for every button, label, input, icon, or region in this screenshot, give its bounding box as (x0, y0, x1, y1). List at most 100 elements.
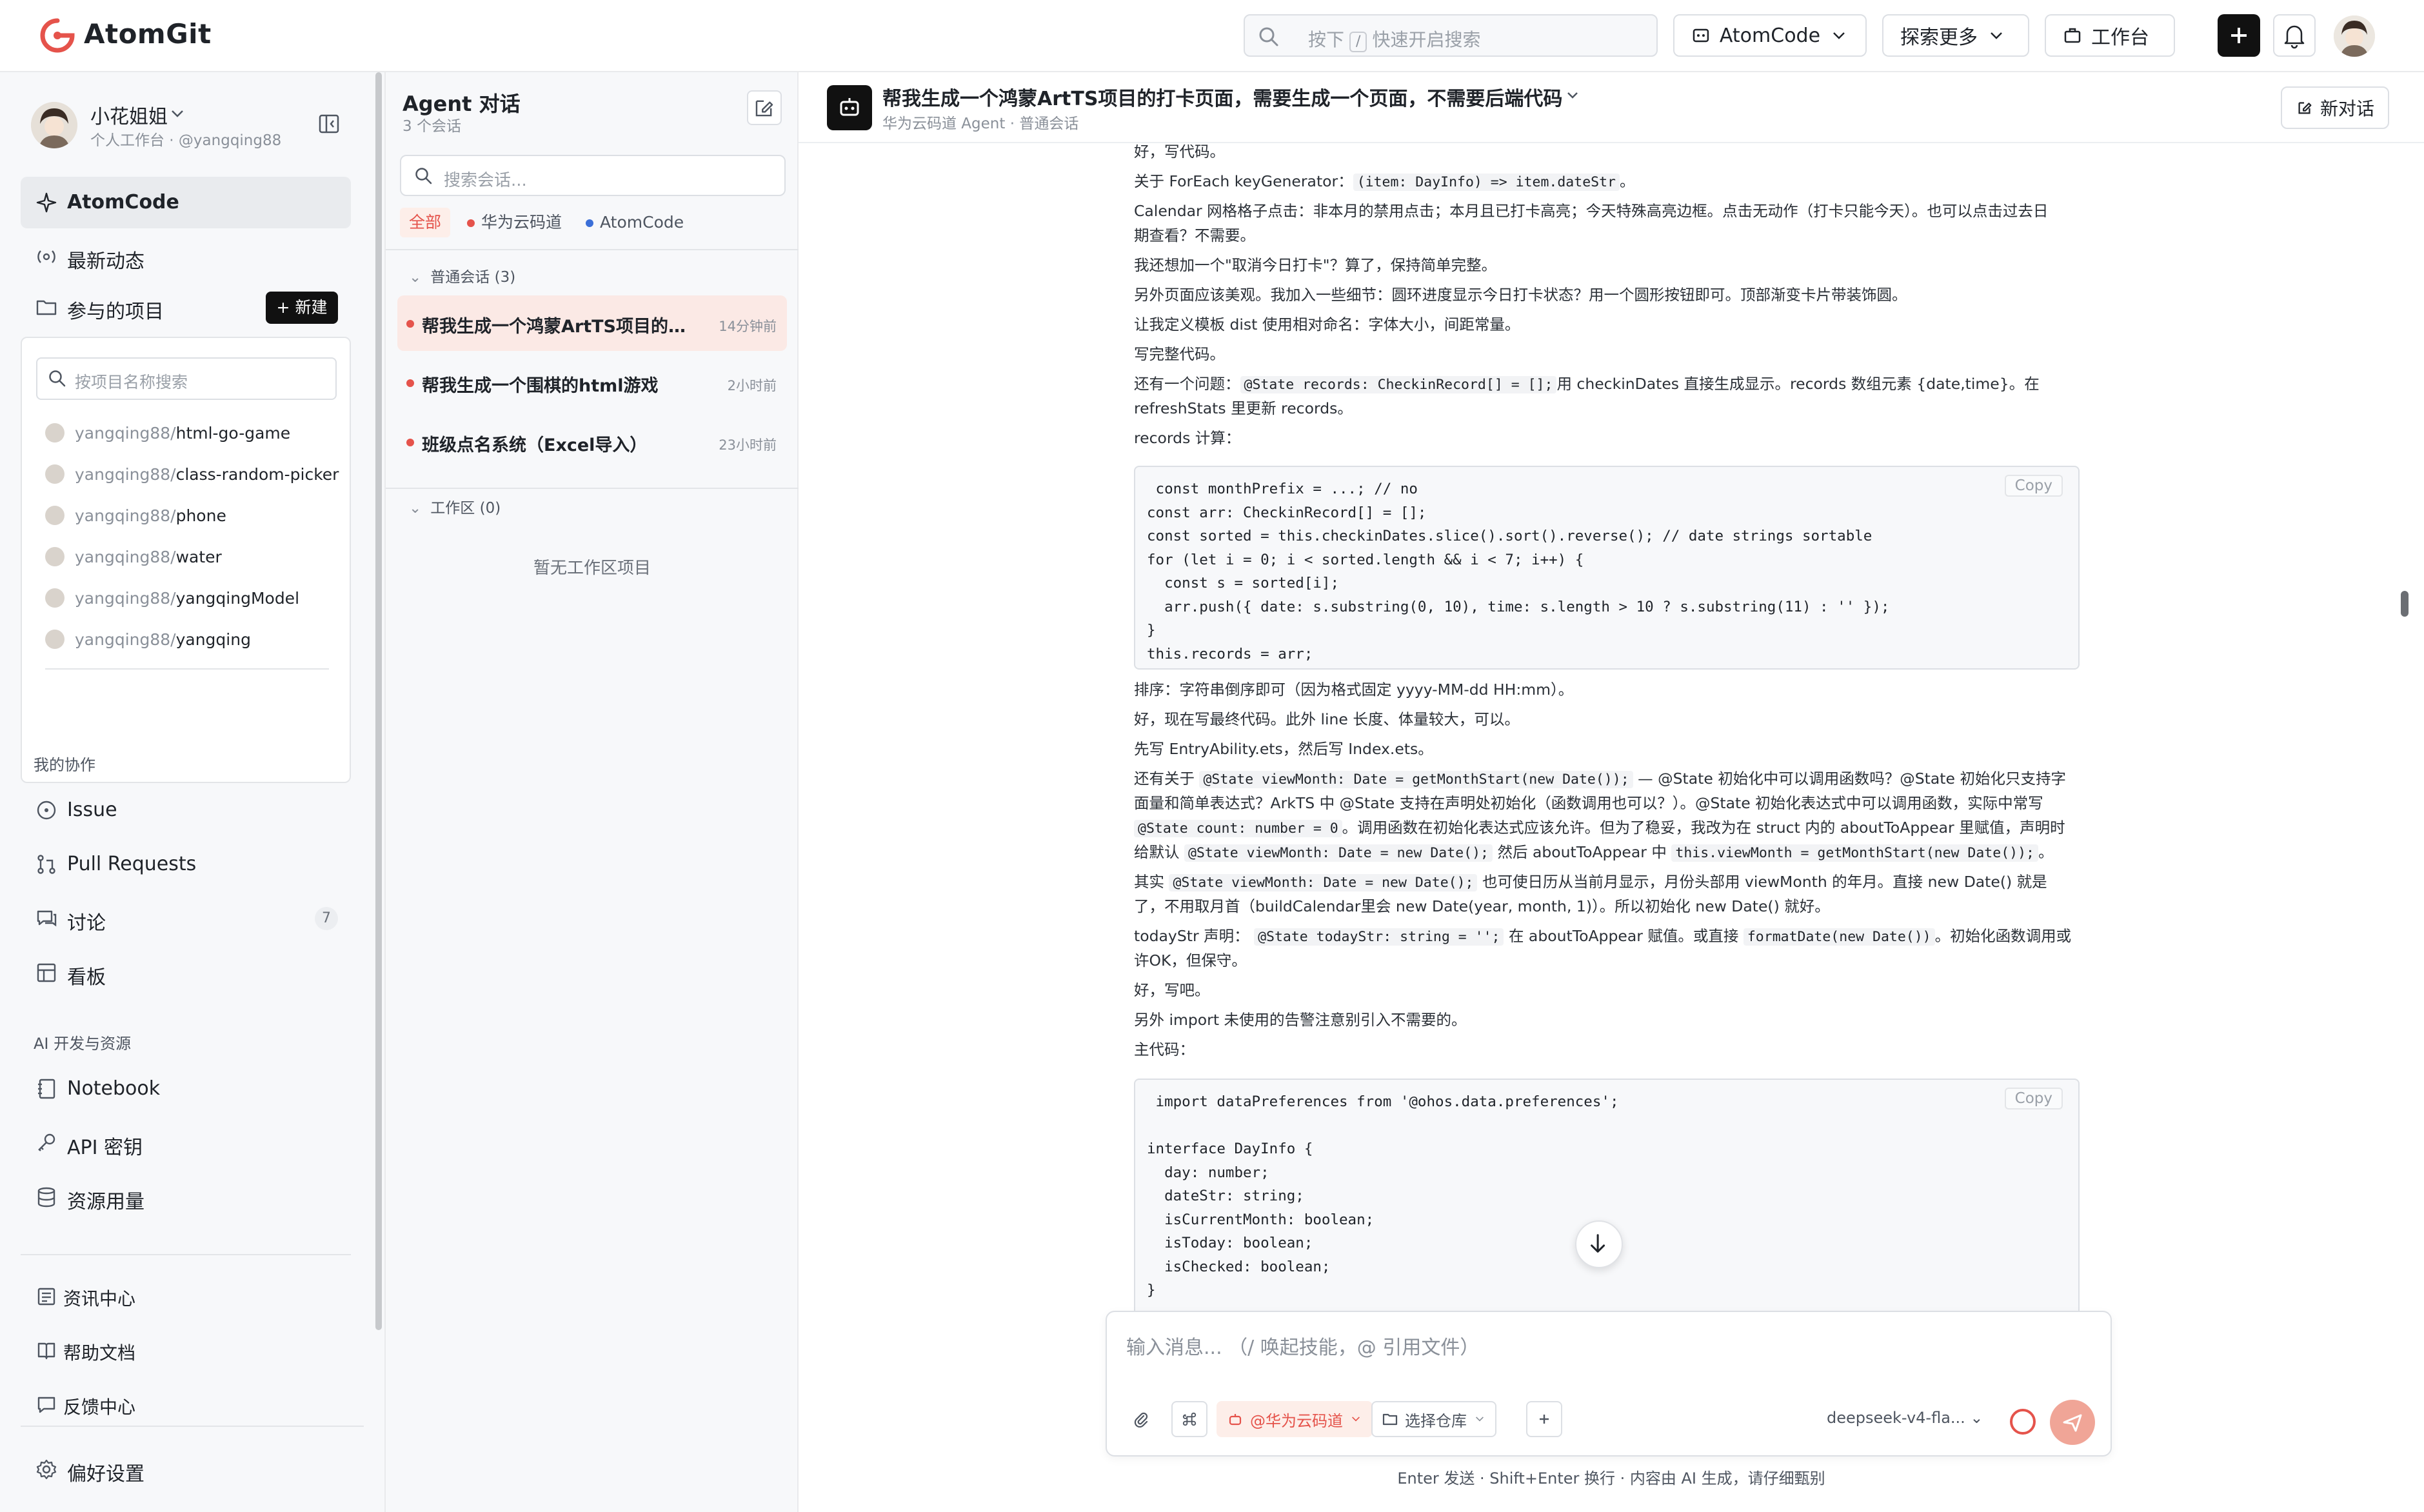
nav-info-center[interactable]: 资讯中心 (21, 1271, 351, 1322)
user-name[interactable]: 小花姐姐 (90, 101, 168, 129)
command-icon (1182, 1412, 1197, 1426)
plus-icon (1540, 1415, 1549, 1424)
message-line: @State count: number = 0 。调用函数在初始化表达式应该允许… (1134, 815, 2101, 841)
filter-atomcode[interactable]: AtomCode (577, 208, 693, 237)
message-line: 还有关于 @State viewMonth: Date = getMonthSt… (1134, 770, 2066, 788)
group-normal-sessions[interactable]: ⌄ 普通会话 (3) (409, 264, 515, 286)
code-text: const monthPrefix = ...; // no const arr… (1147, 481, 1890, 662)
user-handle: 个人工作台 · @yangqing88 (90, 132, 282, 149)
conversation-item[interactable]: 班级点名系统（Excel导入） 23小时前 (397, 414, 787, 470)
repository-selector[interactable]: 选择仓库 (1371, 1401, 1496, 1437)
message-line: 许OK，但保守。 (1134, 951, 1247, 970)
status-dot (467, 219, 475, 227)
group-workspace[interactable]: ⌄ 工作区 (0) (409, 495, 501, 517)
conversation-item[interactable]: 帮我生成一个鸿蒙ArtTS项目的打卡... 14分钟前 (397, 295, 787, 351)
main-scrollbar[interactable] (2401, 591, 2409, 617)
chevron-down-icon (1833, 32, 1845, 39)
filter-all[interactable]: 全部 (400, 208, 451, 237)
message-line: 好，写代码。 (1134, 144, 1225, 161)
nav-api-key[interactable]: API 密钥 (21, 1117, 351, 1169)
brand-name[interactable]: AtomGit (84, 18, 212, 50)
edit-icon (2298, 102, 2312, 114)
folder-icon (1382, 1413, 1398, 1426)
project-avatar (45, 506, 65, 525)
conversation-panel: Agent 对话 3 个会话 搜索会话... 全部 华为云码道 AtomCode… (386, 72, 799, 1512)
message-line: 让我定义模板 dist 使用相对命名：字体大小，间距常量。 (1134, 315, 1520, 333)
nav-notebook[interactable]: Notebook (21, 1063, 351, 1115)
new-conversation-button[interactable] (747, 90, 782, 125)
project-item[interactable]: yangqing88/class-random-picker (45, 458, 339, 490)
atomgit-logo-icon[interactable] (40, 18, 75, 53)
platform-selector[interactable]: @华为云码道 (1217, 1401, 1373, 1437)
send-icon (2063, 1414, 2082, 1432)
message-line: 关于 ForEach keyGenerator： (item: DayInfo) … (1134, 172, 1635, 191)
activity-icon (37, 250, 55, 263)
project-item[interactable]: yangqing88/phone (45, 499, 226, 532)
model-selector[interactable]: deepseek-v4-fla... ⌄ (1827, 1409, 1983, 1427)
conversation-search-input[interactable]: 搜索会话... (400, 155, 786, 196)
nav-discussion[interactable]: 讨论 7 (21, 893, 351, 944)
send-button[interactable] (2050, 1400, 2095, 1445)
project-item[interactable]: yangqing88/yangqing (45, 623, 251, 655)
attach-button[interactable] (1124, 1401, 1160, 1437)
conversation-item[interactable]: 帮我生成一个围棋的html游戏 2小时前 (397, 355, 787, 410)
global-search-input[interactable]: 按下 / 快速开启搜索 (1244, 14, 1658, 57)
create-button[interactable] (2218, 14, 2260, 57)
message-line: 期查看？不需要。 (1134, 226, 1255, 244)
composer-footnote: Enter 发送 · Shift+Enter 换行 · 内容由 AI 生成，请仔… (1397, 1469, 1825, 1487)
message-content: 好，写代码。 关于 ForEach keyGenerator： (item: Da… (1134, 144, 2241, 1364)
briefcase-icon (2064, 28, 2081, 43)
copy-button[interactable]: Copy (2004, 475, 2063, 497)
nav-issue[interactable]: Issue (21, 784, 351, 836)
workbench-button[interactable]: 工作台 (2045, 14, 2175, 57)
empty-workspace-text: 暂无工作区项目 (533, 559, 651, 578)
message-input[interactable]: 输入消息... （/ 唤起技能，@ 引用文件） (1126, 1331, 1479, 1360)
message-line: 面量和简单表达式？ArkTS 中 @State 支持在声明处初始化（函数调用也可… (1134, 794, 2043, 812)
scroll-to-bottom-button[interactable] (1575, 1220, 1623, 1268)
nav-pull-requests[interactable]: Pull Requests (21, 839, 351, 890)
project-item[interactable]: yangqing88/yangqingModel (45, 582, 299, 614)
project-item[interactable]: yangqing88/water (45, 541, 222, 573)
message-line: 另外页面应该美观。我加入一些细节：圆环进度显示今日打卡状态？用一个圆形按钮即可。… (1134, 286, 1907, 304)
nav-atomcode[interactable]: AtomCode (21, 177, 351, 228)
status-dot (586, 219, 593, 227)
project-item[interactable]: yangqing88/html-go-game (45, 417, 290, 449)
status-dot (406, 379, 414, 387)
agent-avatar (827, 85, 872, 130)
nav-board[interactable]: 看板 (21, 947, 351, 999)
nav-help-docs[interactable]: 帮助文档 (21, 1325, 351, 1377)
chevron-down-icon[interactable] (169, 107, 186, 120)
atomcode-dropdown[interactable]: AtomCode (1673, 14, 1867, 57)
copy-button[interactable]: Copy (2004, 1088, 2063, 1109)
explore-more-dropdown[interactable]: 探索更多 (1882, 14, 2029, 57)
status-dot (406, 439, 414, 446)
message-line: 其实 @State viewMonth: Date = new Date(); … (1134, 873, 2047, 891)
new-chat-button[interactable]: 新对话 (2281, 86, 2389, 129)
context-ring-icon (2010, 1409, 2036, 1435)
command-button[interactable] (1171, 1401, 1207, 1437)
message-line: 我还想加一个"取消今日打卡"？算了，保持简单完整。 (1134, 256, 1497, 274)
chevron-down-icon[interactable] (1565, 89, 1580, 102)
add-button[interactable] (1526, 1401, 1562, 1437)
message-line: refreshStats 里更新 records。 (1134, 399, 1353, 417)
user-avatar[interactable] (2334, 15, 2375, 57)
message-line: Calendar 网格格子点击：非本月的禁用点击；本月且已打卡高亮；今天特殊高亮… (1134, 202, 2049, 220)
avatar-image (31, 102, 77, 148)
nav-usage[interactable]: 资源用量 (21, 1171, 351, 1223)
nav-feedback[interactable]: 反馈中心 (21, 1379, 351, 1431)
message-line: 先写 EntryAbility.ets，然后写 Index.ets。 (1134, 740, 1433, 758)
message-line: 了，不用取月首（buildCalendar里会 new Date(year, m… (1134, 897, 1830, 915)
divider (21, 1426, 364, 1427)
sidebar-scrollbar[interactable] (375, 72, 382, 1330)
nav-preferences[interactable]: 偏好设置 (21, 1444, 351, 1495)
filter-huawei[interactable]: 华为云码道 (458, 208, 571, 237)
project-search-input[interactable]: 按项目名称搜索 (36, 357, 337, 400)
chat-title: 帮我生成一个鸿蒙ArtTS项目的打卡页面，需要生成一个页面，不需要后端代码 (882, 88, 1563, 110)
user-avatar[interactable] (31, 102, 77, 148)
notifications-button[interactable] (2273, 14, 2316, 57)
new-project-button[interactable]: + 新建 (266, 292, 338, 324)
collapse-sidebar-icon[interactable] (317, 112, 341, 135)
search-icon (1259, 27, 1278, 46)
nav-news[interactable]: 最新动态 (21, 231, 351, 283)
project-avatar (45, 464, 65, 484)
